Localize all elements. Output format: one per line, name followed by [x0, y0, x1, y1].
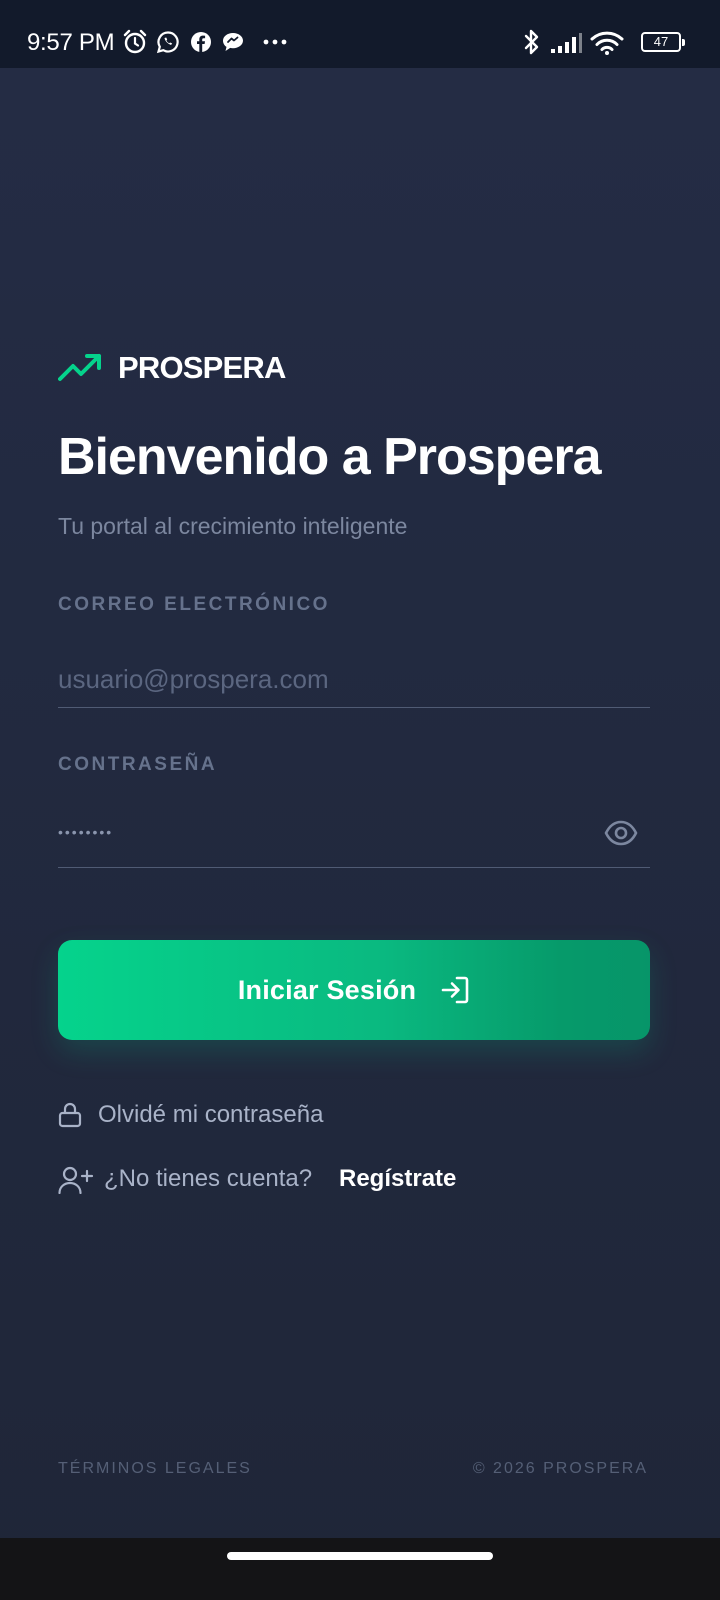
page-subtitle: Tu portal al crecimiento inteligente: [58, 513, 408, 539]
trending-up-icon: [58, 354, 101, 381]
navigation-bar: [0, 1538, 720, 1600]
user-plus-icon: [58, 1166, 94, 1194]
page-title: Bienvenido a Prospera: [58, 428, 602, 486]
eye-icon[interactable]: [604, 820, 638, 846]
battery-level: 47: [653, 34, 669, 49]
home-indicator[interactable]: [227, 1552, 493, 1560]
password-label: CONTRASEÑA: [58, 754, 218, 775]
email-label: CORREO ELECTRÓNICO: [58, 594, 330, 615]
login-icon: [441, 976, 469, 1004]
battery-icon: 47: [641, 32, 685, 52]
alarm-icon: [123, 29, 147, 54]
lock-icon: [58, 1102, 82, 1128]
status-bar: 9:57 PM 47: [0, 0, 720, 68]
forgot-password-link[interactable]: Olvidé mi contraseña: [98, 1098, 323, 1132]
login-button-label: Iniciar Sesión: [237, 974, 417, 1005]
login-button[interactable]: Iniciar Sesión: [58, 940, 650, 1040]
more-dots-icon: [263, 39, 287, 45]
whatsapp-icon: [156, 31, 179, 54]
facebook-icon: [191, 32, 211, 52]
bluetooth-icon: [524, 29, 539, 55]
brand-name: PROSPERA: [118, 350, 286, 385]
email-field[interactable]: [58, 652, 650, 708]
chat-icon: [223, 33, 243, 51]
register-question: ¿No tienes cuenta?: [104, 1165, 313, 1192]
legal-terms-link[interactable]: TÉRMINOS LEGALES: [58, 1458, 252, 1480]
status-time: 9:57 PM: [27, 29, 115, 56]
copyright-text: © 2026 PROSPERA: [472, 1460, 648, 1477]
wifi-icon: [590, 31, 624, 55]
register-link[interactable]: Regístrate: [339, 1162, 456, 1196]
signal-icon: [551, 33, 582, 53]
password-field-wrapper: [58, 812, 650, 868]
password-field[interactable]: [58, 812, 578, 852]
